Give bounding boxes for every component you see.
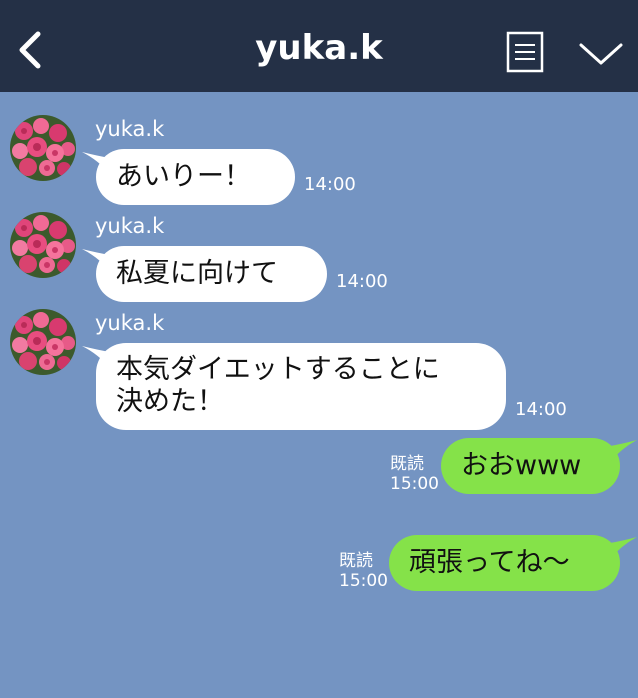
message-bubble-outgoing[interactable]: 頑張ってね〜 [389, 535, 620, 591]
message-text: 私夏に向けて [116, 258, 278, 289]
message-bubble-incoming[interactable]: 私夏に向けて [96, 246, 327, 302]
avatar[interactable] [10, 212, 76, 278]
rose-avatar-image [10, 212, 76, 278]
sender-name: yuka.k [95, 214, 165, 238]
read-status: 既読 15:00 [390, 454, 439, 494]
chat-header: yuka.k [0, 0, 638, 92]
read-label: 既読 [390, 454, 424, 474]
bubble-tail [610, 537, 637, 559]
message-time: 15:00 [339, 571, 388, 591]
message-time: 14:00 [336, 271, 388, 292]
message-text-line: 本気ダイエットすることに [116, 354, 440, 385]
message-bubble-incoming[interactable]: 本気ダイエットすることに 決めた！ [96, 343, 506, 430]
read-label: 既読 [339, 551, 373, 571]
bubble-tail [610, 440, 637, 462]
sender-name: yuka.k [95, 311, 165, 335]
message-time: 15:00 [390, 474, 439, 494]
sender-name: yuka.k [95, 117, 165, 141]
note-menu-icon[interactable] [506, 31, 544, 73]
chevron-down-icon[interactable] [578, 40, 624, 68]
message-bubble-incoming[interactable]: あいりー！ [96, 149, 295, 205]
rose-avatar-image [10, 115, 76, 181]
message-text: おおwww [461, 450, 582, 481]
message-text: 頑張ってね〜 [409, 547, 570, 578]
message-time: 14:00 [515, 399, 567, 420]
message-bubble-outgoing[interactable]: おおwww [441, 438, 620, 494]
message-time: 14:00 [304, 174, 356, 195]
message-text: あいりー！ [116, 161, 251, 192]
avatar[interactable] [10, 309, 76, 375]
message-text-line: 決めた！ [116, 386, 224, 417]
avatar[interactable] [10, 115, 76, 181]
rose-avatar-image [10, 309, 76, 375]
read-status: 既読 15:00 [339, 551, 388, 591]
